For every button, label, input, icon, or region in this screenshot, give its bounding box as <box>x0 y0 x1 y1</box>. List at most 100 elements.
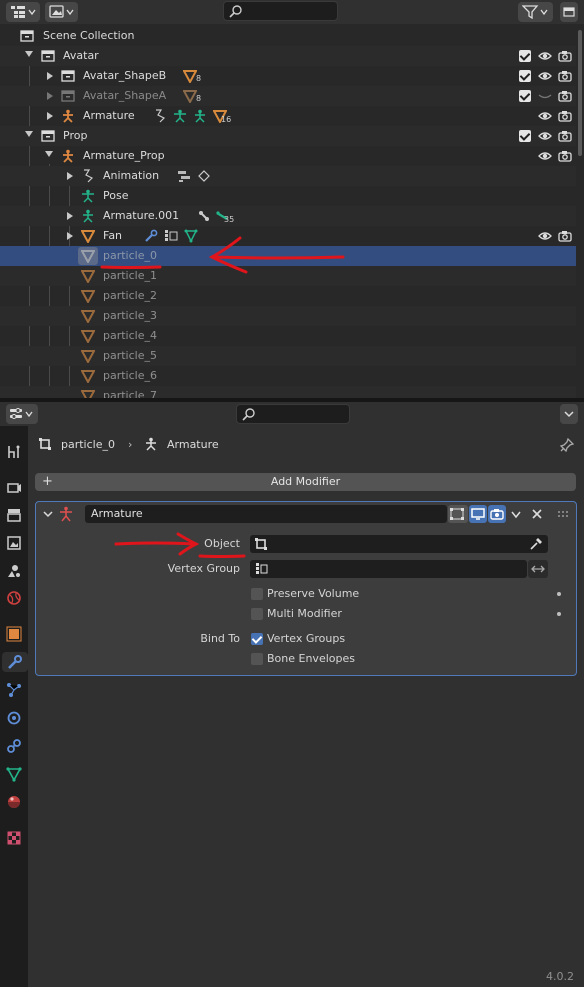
outliner-row-prop[interactable]: Prop <box>0 126 576 146</box>
exclude-checkbox[interactable] <box>519 130 531 142</box>
tab-view-layer[interactable] <box>4 533 24 553</box>
outliner-scrollbar[interactable] <box>578 30 582 156</box>
outliner-row-avatar[interactable]: Avatar <box>0 46 576 66</box>
eye-closed-icon[interactable] <box>538 89 552 103</box>
properties-search-input[interactable] <box>236 404 350 424</box>
camera-icon[interactable] <box>558 109 572 123</box>
camera-icon[interactable] <box>558 129 572 143</box>
vertex-group-field[interactable] <box>250 560 527 578</box>
tab-material[interactable] <box>4 792 24 812</box>
outliner-row-particle-0[interactable]: particle_0 <box>0 246 576 266</box>
outliner-row-avatar-shapea[interactable]: Avatar_ShapeA 8 <box>0 86 576 106</box>
expand-arrow-icon[interactable] <box>45 151 53 157</box>
edit-mode-toggle[interactable] <box>448 505 468 523</box>
exclude-checkbox[interactable] <box>519 70 531 82</box>
outliner-row-particle-1[interactable]: particle_1 <box>0 266 576 286</box>
camera-icon[interactable] <box>558 49 572 63</box>
camera-icon[interactable] <box>558 149 572 163</box>
camera-icon[interactable] <box>558 69 572 83</box>
outliner-row-particle-5[interactable]: particle_5 <box>0 346 576 366</box>
vertex-groups-checkbox[interactable] <box>251 633 263 645</box>
tab-tool[interactable] <box>4 442 24 462</box>
outliner-row-particle-7[interactable]: particle_7 <box>0 386 576 398</box>
tool-icon <box>8 445 20 458</box>
outliner-row-scene-collection[interactable]: Scene Collection <box>0 26 576 46</box>
outliner-row-avatar-shapeb[interactable]: Avatar_ShapeB 8 <box>0 66 576 86</box>
pin-icon[interactable] <box>560 438 574 452</box>
world-icon <box>7 591 21 605</box>
editor-type-button[interactable] <box>6 404 38 424</box>
eye-icon[interactable] <box>538 69 552 83</box>
tab-object[interactable] <box>4 624 24 644</box>
tab-particles[interactable] <box>4 680 24 700</box>
expand-arrow-icon[interactable] <box>47 112 53 120</box>
drag-handle-icon[interactable] <box>557 510 569 518</box>
outliner-row-particle-4[interactable]: particle_4 <box>0 326 576 346</box>
tab-constraints[interactable] <box>4 736 24 756</box>
expand-arrow-icon[interactable] <box>25 51 33 57</box>
tab-scene[interactable] <box>4 561 24 581</box>
outliner-search-input[interactable] <box>223 1 338 21</box>
eye-icon[interactable] <box>538 229 552 243</box>
view-options-button[interactable] <box>45 2 78 22</box>
viewport-display-toggle[interactable] <box>469 505 487 523</box>
outliner-row-particle-3[interactable]: particle_3 <box>0 306 576 326</box>
options-dropdown[interactable] <box>560 404 578 424</box>
tab-physics[interactable] <box>4 708 24 728</box>
expand-arrow-icon[interactable] <box>47 92 53 100</box>
modifier-name-input[interactable]: Armature <box>85 505 447 523</box>
outliner-row-pose[interactable]: Pose <box>0 186 576 206</box>
new-collection-icon <box>563 7 575 17</box>
exclude-checkbox[interactable] <box>519 90 531 102</box>
preserve-volume-checkbox[interactable] <box>251 588 263 600</box>
outliner-row-armature[interactable]: Armature 16 <box>0 106 576 126</box>
filter-button[interactable] <box>518 2 553 22</box>
armature-data-icon <box>83 209 93 223</box>
outliner-row-animation[interactable]: Animation <box>0 166 576 186</box>
armature-data-icon <box>195 109 205 123</box>
particles-icon <box>7 683 21 697</box>
tab-world[interactable] <box>4 588 24 608</box>
outliner-row-armature-prop[interactable]: Armature_Prop <box>0 146 576 166</box>
multi-modifier-checkbox[interactable] <box>251 608 263 620</box>
display-mode-button[interactable] <box>6 2 40 22</box>
chevron-down-icon[interactable] <box>510 510 522 520</box>
outliner-row-particle-2[interactable]: particle_2 <box>0 286 576 306</box>
add-modifier-button[interactable]: Add Modifier <box>35 473 576 491</box>
tab-output[interactable] <box>4 505 24 525</box>
action-icon <box>156 109 166 123</box>
expand-arrow-icon[interactable] <box>67 212 73 220</box>
eye-icon[interactable] <box>538 49 552 63</box>
new-collection-button[interactable] <box>560 2 578 22</box>
expand-arrow-icon[interactable] <box>25 131 33 137</box>
expand-arrow-icon[interactable] <box>67 232 73 240</box>
close-icon[interactable] <box>531 508 543 520</box>
collapse-chevron-icon[interactable] <box>43 509 53 519</box>
eyedropper-icon[interactable] <box>529 537 543 551</box>
tab-render[interactable] <box>4 477 24 497</box>
keyframe-dot[interactable] <box>557 612 561 616</box>
material-icon <box>8 796 20 808</box>
render-toggle[interactable] <box>488 505 506 523</box>
exclude-checkbox[interactable] <box>519 50 531 62</box>
expand-arrow-icon[interactable] <box>67 172 73 180</box>
tab-modifiers[interactable] <box>2 652 28 672</box>
outliner-row-particle-6[interactable]: particle_6 <box>0 366 576 386</box>
camera-icon[interactable] <box>558 229 572 243</box>
invert-vertex-group-button[interactable] <box>528 560 548 578</box>
outliner-row-fan[interactable]: Fan <box>0 226 576 246</box>
eye-icon[interactable] <box>538 109 552 123</box>
mesh-icon <box>183 90 197 103</box>
outliner-row-label: particle_6 <box>103 369 157 382</box>
eye-icon[interactable] <box>538 149 552 163</box>
object-field[interactable] <box>250 535 548 553</box>
outliner-row-armature-001[interactable]: Armature.001 35 <box>0 206 576 226</box>
bone-envelopes-checkbox[interactable] <box>251 653 263 665</box>
expand-arrow-icon[interactable] <box>47 72 53 80</box>
keyframe-dot[interactable] <box>557 592 561 596</box>
camera-icon[interactable] <box>558 89 572 103</box>
eye-icon[interactable] <box>538 129 552 143</box>
tab-texture[interactable] <box>4 828 24 848</box>
outliner-row-label: particle_1 <box>103 269 157 282</box>
tab-data[interactable] <box>4 764 24 784</box>
